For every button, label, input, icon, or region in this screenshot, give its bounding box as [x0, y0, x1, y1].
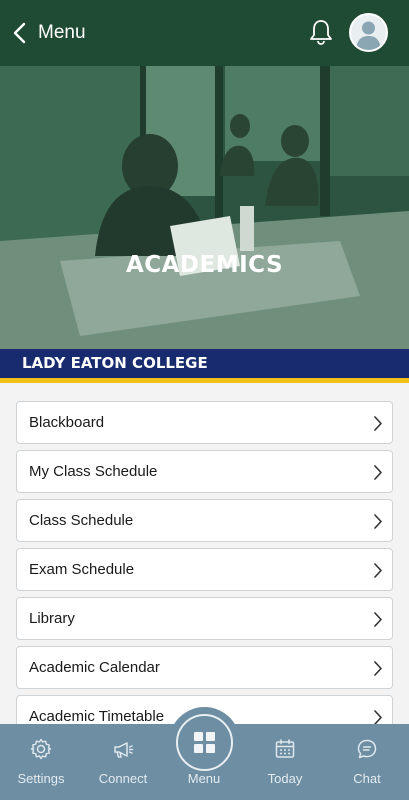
megaphone-icon [114, 742, 134, 758]
list-item-label: My Class Schedule [29, 463, 158, 480]
tab-settings[interactable]: Settings [0, 724, 82, 800]
tab-today[interactable]: Today [244, 724, 326, 800]
chevron-right-icon [374, 612, 382, 627]
chevron-right-icon [374, 514, 382, 529]
top-bar: Menu [0, 0, 409, 66]
list-item-label: Library [29, 610, 75, 627]
avatar[interactable] [349, 13, 388, 52]
back-label: Menu [38, 22, 86, 43]
hero-image [0, 66, 409, 350]
hero-banner: ACADEMICS [0, 66, 409, 350]
calendar-icon [275, 739, 295, 758]
bell-icon[interactable] [306, 17, 336, 47]
college-banner: LADY EATON COLLEGE [0, 349, 409, 378]
tab-connect[interactable]: Connect [82, 724, 164, 800]
chevron-left-icon [13, 22, 26, 44]
tab-label: Connect [98, 771, 148, 786]
back-button[interactable]: Menu [12, 16, 86, 50]
chevron-right-icon [374, 563, 382, 578]
gear-icon [30, 738, 52, 760]
chevron-right-icon [374, 661, 382, 676]
list-item-label: Exam Schedule [29, 561, 135, 578]
menu-grid-button[interactable] [176, 714, 233, 771]
tab-label: Menu [187, 771, 221, 786]
chevron-right-icon [374, 710, 382, 724]
chevron-right-icon [374, 465, 382, 480]
menu-list: Blackboard My Class Schedule Class Sched… [0, 383, 409, 724]
chat-icon [357, 739, 377, 759]
list-item-exam-schedule[interactable]: Exam Schedule [16, 548, 393, 591]
list-item-label: Academic Timetable [29, 708, 165, 724]
list-item-label: Blackboard [29, 414, 105, 431]
list-item-blackboard[interactable]: Blackboard [16, 401, 393, 444]
grid-icon [194, 732, 215, 753]
tab-label: Settings [17, 771, 65, 786]
list-item-label: Academic Calendar [29, 659, 160, 676]
list-item-class-schedule[interactable]: Class Schedule [16, 499, 393, 542]
tab-label: Today [267, 771, 303, 786]
page-title: ACADEMICS [125, 252, 284, 278]
list-item-academic-calendar[interactable]: Academic Calendar [16, 646, 393, 689]
college-name: LADY EATON COLLEGE [22, 354, 208, 372]
list-item-label: Class Schedule [29, 512, 134, 529]
tab-label: Chat [353, 771, 381, 786]
user-icon [356, 21, 381, 50]
chevron-right-icon [374, 416, 382, 431]
tab-chat[interactable]: Chat [326, 724, 408, 800]
list-item-my-class-schedule[interactable]: My Class Schedule [16, 450, 393, 493]
list-item-library[interactable]: Library [16, 597, 393, 640]
